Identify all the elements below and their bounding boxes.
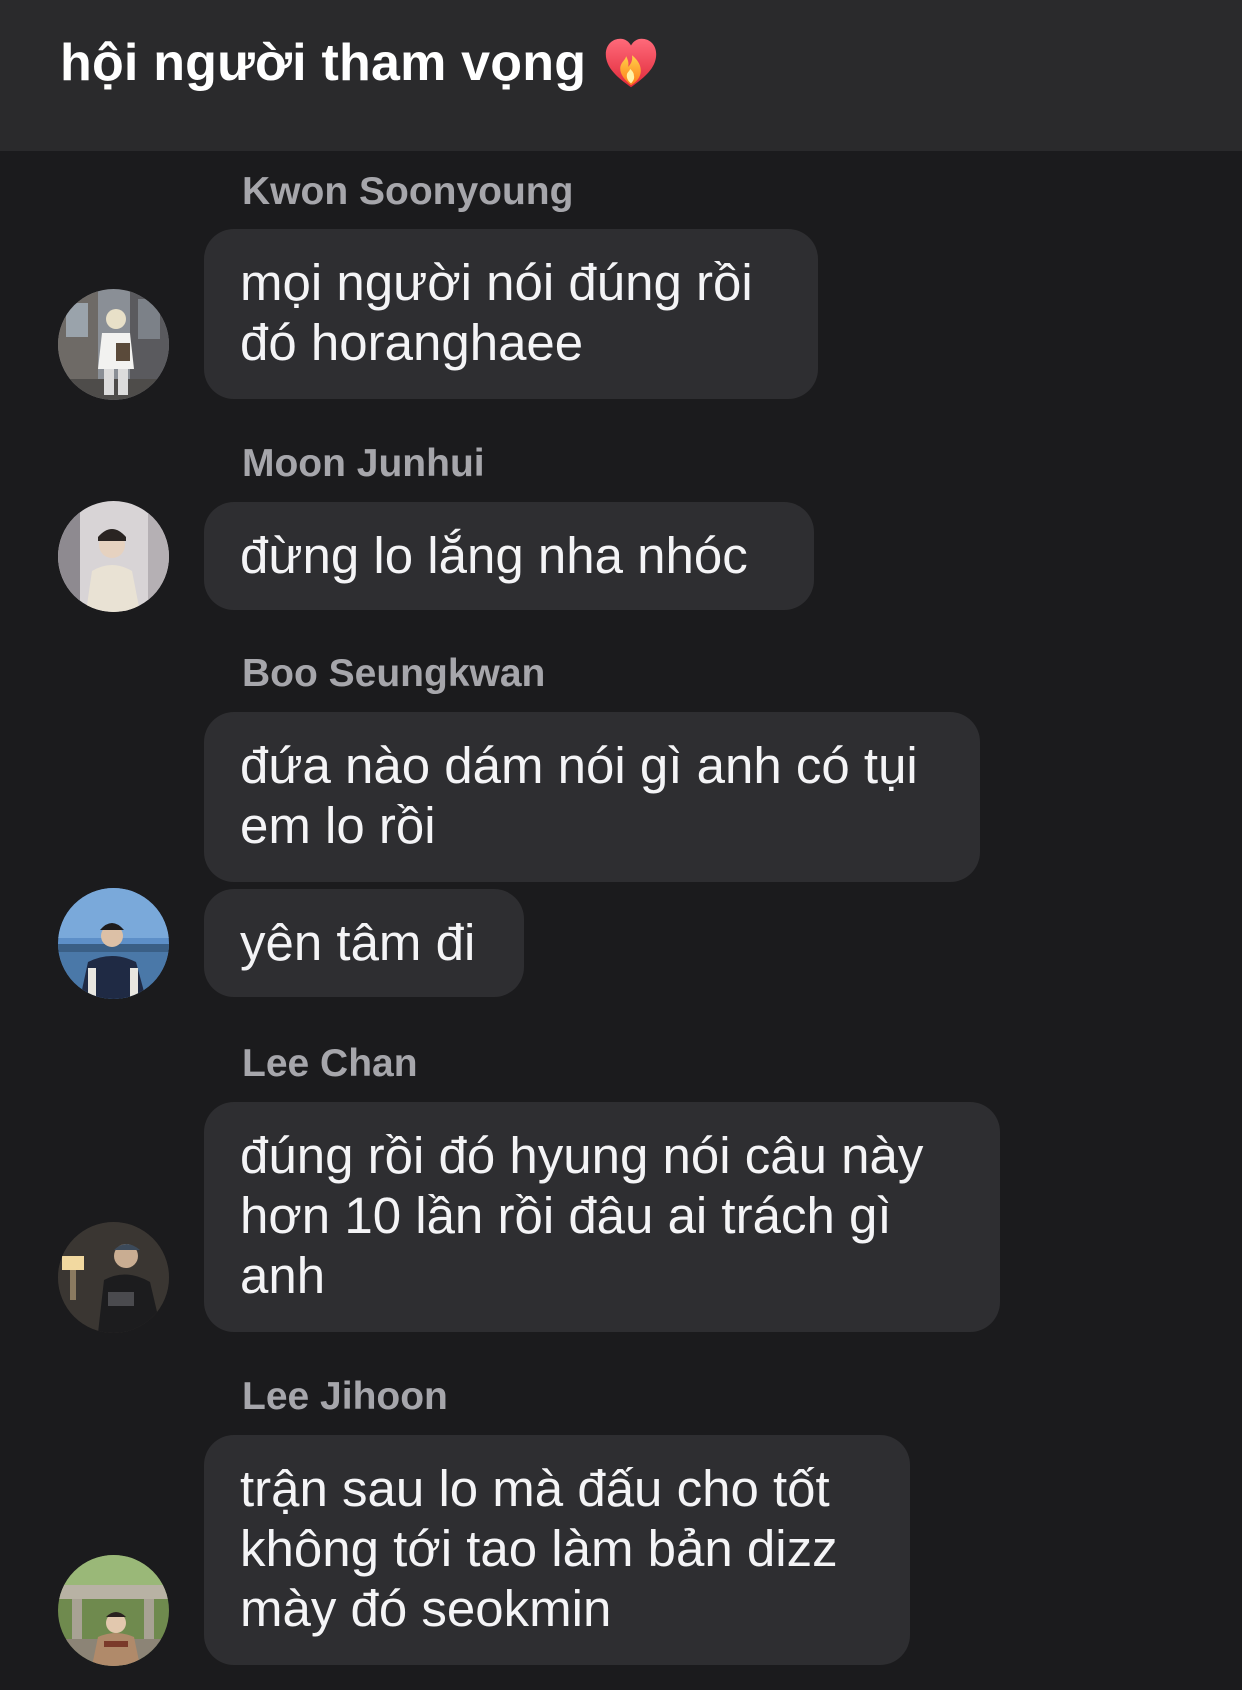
message-line: trận sau lo mà đấu cho tốt <box>240 1460 830 1517</box>
message-line: anh <box>240 1247 326 1304</box>
avatar-lee-chan[interactable] <box>58 1222 169 1333</box>
chat-title: hội người tham vọng <box>60 34 587 92</box>
message-bubble[interactable]: đừng lo lắng nha nhóc <box>204 502 814 610</box>
message-line: không tới tao làm bản dizz <box>240 1520 838 1577</box>
avatar-moon-junhui[interactable] <box>58 501 169 612</box>
message-line: đúng rồi đó hyung nói câu này <box>240 1127 924 1184</box>
avatar-lee-jihoon[interactable] <box>58 1555 169 1666</box>
sender-name: Lee Jihoon <box>242 1375 448 1418</box>
sender-name: Lee Chan <box>242 1042 418 1085</box>
avatar-boo-seungkwan[interactable] <box>58 888 169 999</box>
sender-name: Boo Seungkwan <box>242 652 546 695</box>
message-line: yên tâm đi <box>240 914 476 971</box>
sender-name: Moon Junhui <box>242 442 485 485</box>
heart-on-fire-icon <box>600 31 662 93</box>
message-bubble[interactable]: mọi người nói đúng rồi đó horanghaee <box>204 229 818 399</box>
message-bubble[interactable]: đứa nào dám nói gì anh có tụi em lo rồi <box>204 712 980 882</box>
avatar-kwon-soonyoung[interactable] <box>58 289 169 400</box>
chat-title-row[interactable]: hội người tham vọng <box>60 30 662 96</box>
chat-header: hội người tham vọng <box>0 0 1242 151</box>
message-line: đứa nào dám nói gì anh có tụi <box>240 737 918 794</box>
message-line: hơn 10 lần rồi đâu ai trách gì <box>240 1187 892 1244</box>
message-line: đừng lo lắng nha nhóc <box>240 527 748 584</box>
message-bubble[interactable]: trận sau lo mà đấu cho tốt không tới tao… <box>204 1435 910 1665</box>
message-line: đó horanghaee <box>240 314 584 371</box>
message-line: mày đó seokmin <box>240 1580 612 1637</box>
sender-name: Kwon Soonyoung <box>242 170 574 213</box>
message-bubble[interactable]: đúng rồi đó hyung nói câu này hơn 10 lần… <box>204 1102 1000 1332</box>
message-bubble[interactable]: yên tâm đi <box>204 889 524 997</box>
message-line: em lo rồi <box>240 797 436 854</box>
message-line: mọi người nói đúng rồi <box>240 254 753 311</box>
